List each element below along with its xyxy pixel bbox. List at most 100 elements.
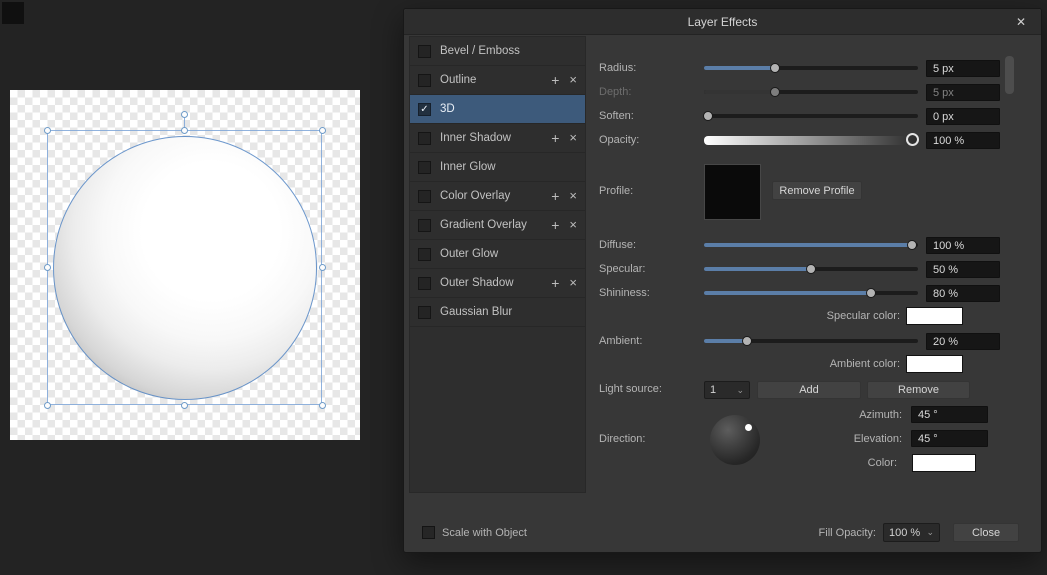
effect-label: Inner Glow — [440, 161, 496, 173]
effect-checkbox[interactable] — [418, 131, 431, 145]
soften-value-field[interactable]: 0 px — [926, 108, 1000, 125]
opacity-slider[interactable] — [704, 132, 919, 148]
fill-opacity-label: Fill Opacity: — [818, 527, 876, 539]
add-instance-icon[interactable]: + — [551, 189, 559, 203]
effect-checkbox[interactable] — [418, 305, 431, 319]
effect-checkbox[interactable] — [418, 247, 431, 261]
opacity-value-field[interactable]: 100 % — [926, 132, 1000, 149]
effect-checkbox[interactable] — [418, 218, 431, 232]
radius-slider[interactable] — [704, 60, 918, 76]
light-source-dropdown[interactable]: 1 ⌄ — [704, 381, 750, 399]
opacity-label: Opacity: — [599, 134, 640, 146]
shininess-value-field[interactable]: 80 % — [926, 285, 1000, 302]
selection-handle-bottom-left[interactable] — [44, 402, 51, 409]
add-instance-icon[interactable]: + — [551, 276, 559, 290]
slider-fill — [704, 243, 912, 247]
slider-fill — [704, 291, 871, 295]
effect-label: Color Overlay — [440, 190, 511, 202]
ambient-color-swatch[interactable] — [906, 355, 963, 373]
slider-knob[interactable] — [806, 264, 816, 274]
remove-instance-icon[interactable]: × — [569, 131, 577, 144]
effect-row-outer-shadow[interactable]: Outer Shadow + × — [410, 269, 585, 298]
light-direction-dot[interactable] — [745, 424, 752, 431]
light-color-swatch[interactable] — [912, 454, 976, 472]
effect-checkbox[interactable] — [418, 73, 431, 87]
light-direction-ball[interactable] — [710, 415, 760, 465]
effect-checkbox[interactable] — [418, 276, 431, 290]
effect-label: Bevel / Emboss — [440, 45, 520, 57]
scale-with-object-checkbox[interactable] — [422, 526, 435, 539]
selection-handle-top-left[interactable] — [44, 127, 51, 134]
rotation-handle[interactable] — [181, 111, 188, 118]
specular-color-swatch[interactable] — [906, 307, 963, 325]
remove-instance-icon[interactable]: × — [569, 73, 577, 86]
specular-slider[interactable] — [704, 261, 918, 277]
effect-row-actions: + × — [551, 131, 577, 145]
add-instance-icon[interactable]: + — [551, 218, 559, 232]
elevation-value-field[interactable]: 45 ° — [911, 430, 988, 447]
effect-row-inner-shadow[interactable]: Inner Shadow + × — [410, 124, 585, 153]
shininess-slider[interactable] — [704, 285, 918, 301]
effect-row-gradient-overlay[interactable]: Gradient Overlay + × — [410, 211, 585, 240]
slider-knob[interactable] — [741, 336, 752, 346]
diffuse-slider[interactable] — [704, 237, 918, 253]
profile-swatch[interactable] — [704, 164, 761, 220]
selection-handle-bottom-right[interactable] — [319, 402, 326, 409]
remove-instance-icon[interactable]: × — [569, 276, 577, 289]
slider-knob[interactable] — [703, 111, 714, 121]
remove-light-button[interactable]: Remove — [867, 381, 970, 399]
dialog-title: Layer Effects — [687, 14, 758, 29]
close-button[interactable]: Close — [953, 523, 1019, 542]
effect-row-gaussian-blur[interactable]: Gaussian Blur — [410, 298, 585, 327]
document-canvas[interactable] — [10, 90, 360, 440]
remove-instance-icon[interactable]: × — [569, 189, 577, 202]
effect-checkbox[interactable] — [418, 160, 431, 174]
remove-instance-icon[interactable]: × — [569, 218, 577, 231]
selection-handle-mid-left[interactable] — [44, 264, 51, 271]
light-source-label: Light source: — [599, 383, 662, 395]
radius-value-field[interactable]: 5 px — [926, 60, 1000, 77]
effect-checkbox[interactable]: ✓ — [418, 102, 431, 116]
close-icon[interactable]: ✕ — [1013, 14, 1029, 30]
add-instance-icon[interactable]: + — [551, 131, 559, 145]
dialog-titlebar[interactable]: Layer Effects — [404, 9, 1041, 35]
effect-row-actions: + × — [551, 218, 577, 232]
selection-handle-bottom-mid[interactable] — [181, 402, 188, 409]
slider-knob[interactable] — [905, 133, 919, 146]
slider-fill — [704, 90, 775, 94]
slider-knob[interactable] — [906, 240, 917, 250]
azimuth-value-field[interactable]: 45 ° — [911, 406, 988, 423]
ambient-slider[interactable] — [704, 333, 918, 349]
add-instance-icon[interactable]: + — [551, 73, 559, 87]
depth-value-field: 5 px — [926, 84, 1000, 101]
effect-checkbox[interactable] — [418, 44, 431, 58]
selection-handle-top-right[interactable] — [319, 127, 326, 134]
fill-opacity-dropdown[interactable]: 100 % ⌄ — [883, 523, 940, 542]
effect-label: Gradient Overlay — [440, 219, 527, 231]
ambient-value-field[interactable]: 20 % — [926, 333, 1000, 350]
remove-profile-button[interactable]: Remove Profile — [772, 181, 862, 200]
specular-value-field[interactable]: 50 % — [926, 261, 1000, 278]
diffuse-value-field[interactable]: 100 % — [926, 237, 1000, 254]
slider-knob[interactable] — [769, 63, 780, 73]
effect-row-color-overlay[interactable]: Color Overlay + × — [410, 182, 585, 211]
elevation-label: Elevation: — [853, 433, 902, 445]
slider-fill — [704, 267, 811, 271]
effect-row-outline[interactable]: Outline + × — [410, 66, 585, 95]
add-light-button[interactable]: Add — [757, 381, 861, 399]
effect-row-3d[interactable]: ✓ 3D — [410, 95, 585, 124]
shininess-label: Shininess: — [599, 287, 650, 299]
app-window: Layer Effects ✕ Bevel / Emboss Outline +… — [0, 0, 1047, 575]
soften-slider[interactable] — [703, 108, 918, 124]
selection-handle-mid-right[interactable] — [319, 264, 326, 271]
profile-label: Profile: — [599, 185, 634, 197]
effect-checkbox[interactable] — [418, 189, 431, 203]
app-corner-swatch — [2, 2, 24, 24]
effect-row-inner-glow[interactable]: Inner Glow — [410, 153, 585, 182]
slider-knob[interactable] — [865, 288, 876, 298]
slider-fill — [704, 66, 775, 70]
effect-row-bevel-emboss[interactable]: Bevel / Emboss — [410, 37, 585, 66]
scrollbar-thumb[interactable] — [1005, 56, 1014, 94]
selection-handle-top-mid[interactable] — [181, 127, 188, 134]
effect-row-outer-glow[interactable]: Outer Glow — [410, 240, 585, 269]
